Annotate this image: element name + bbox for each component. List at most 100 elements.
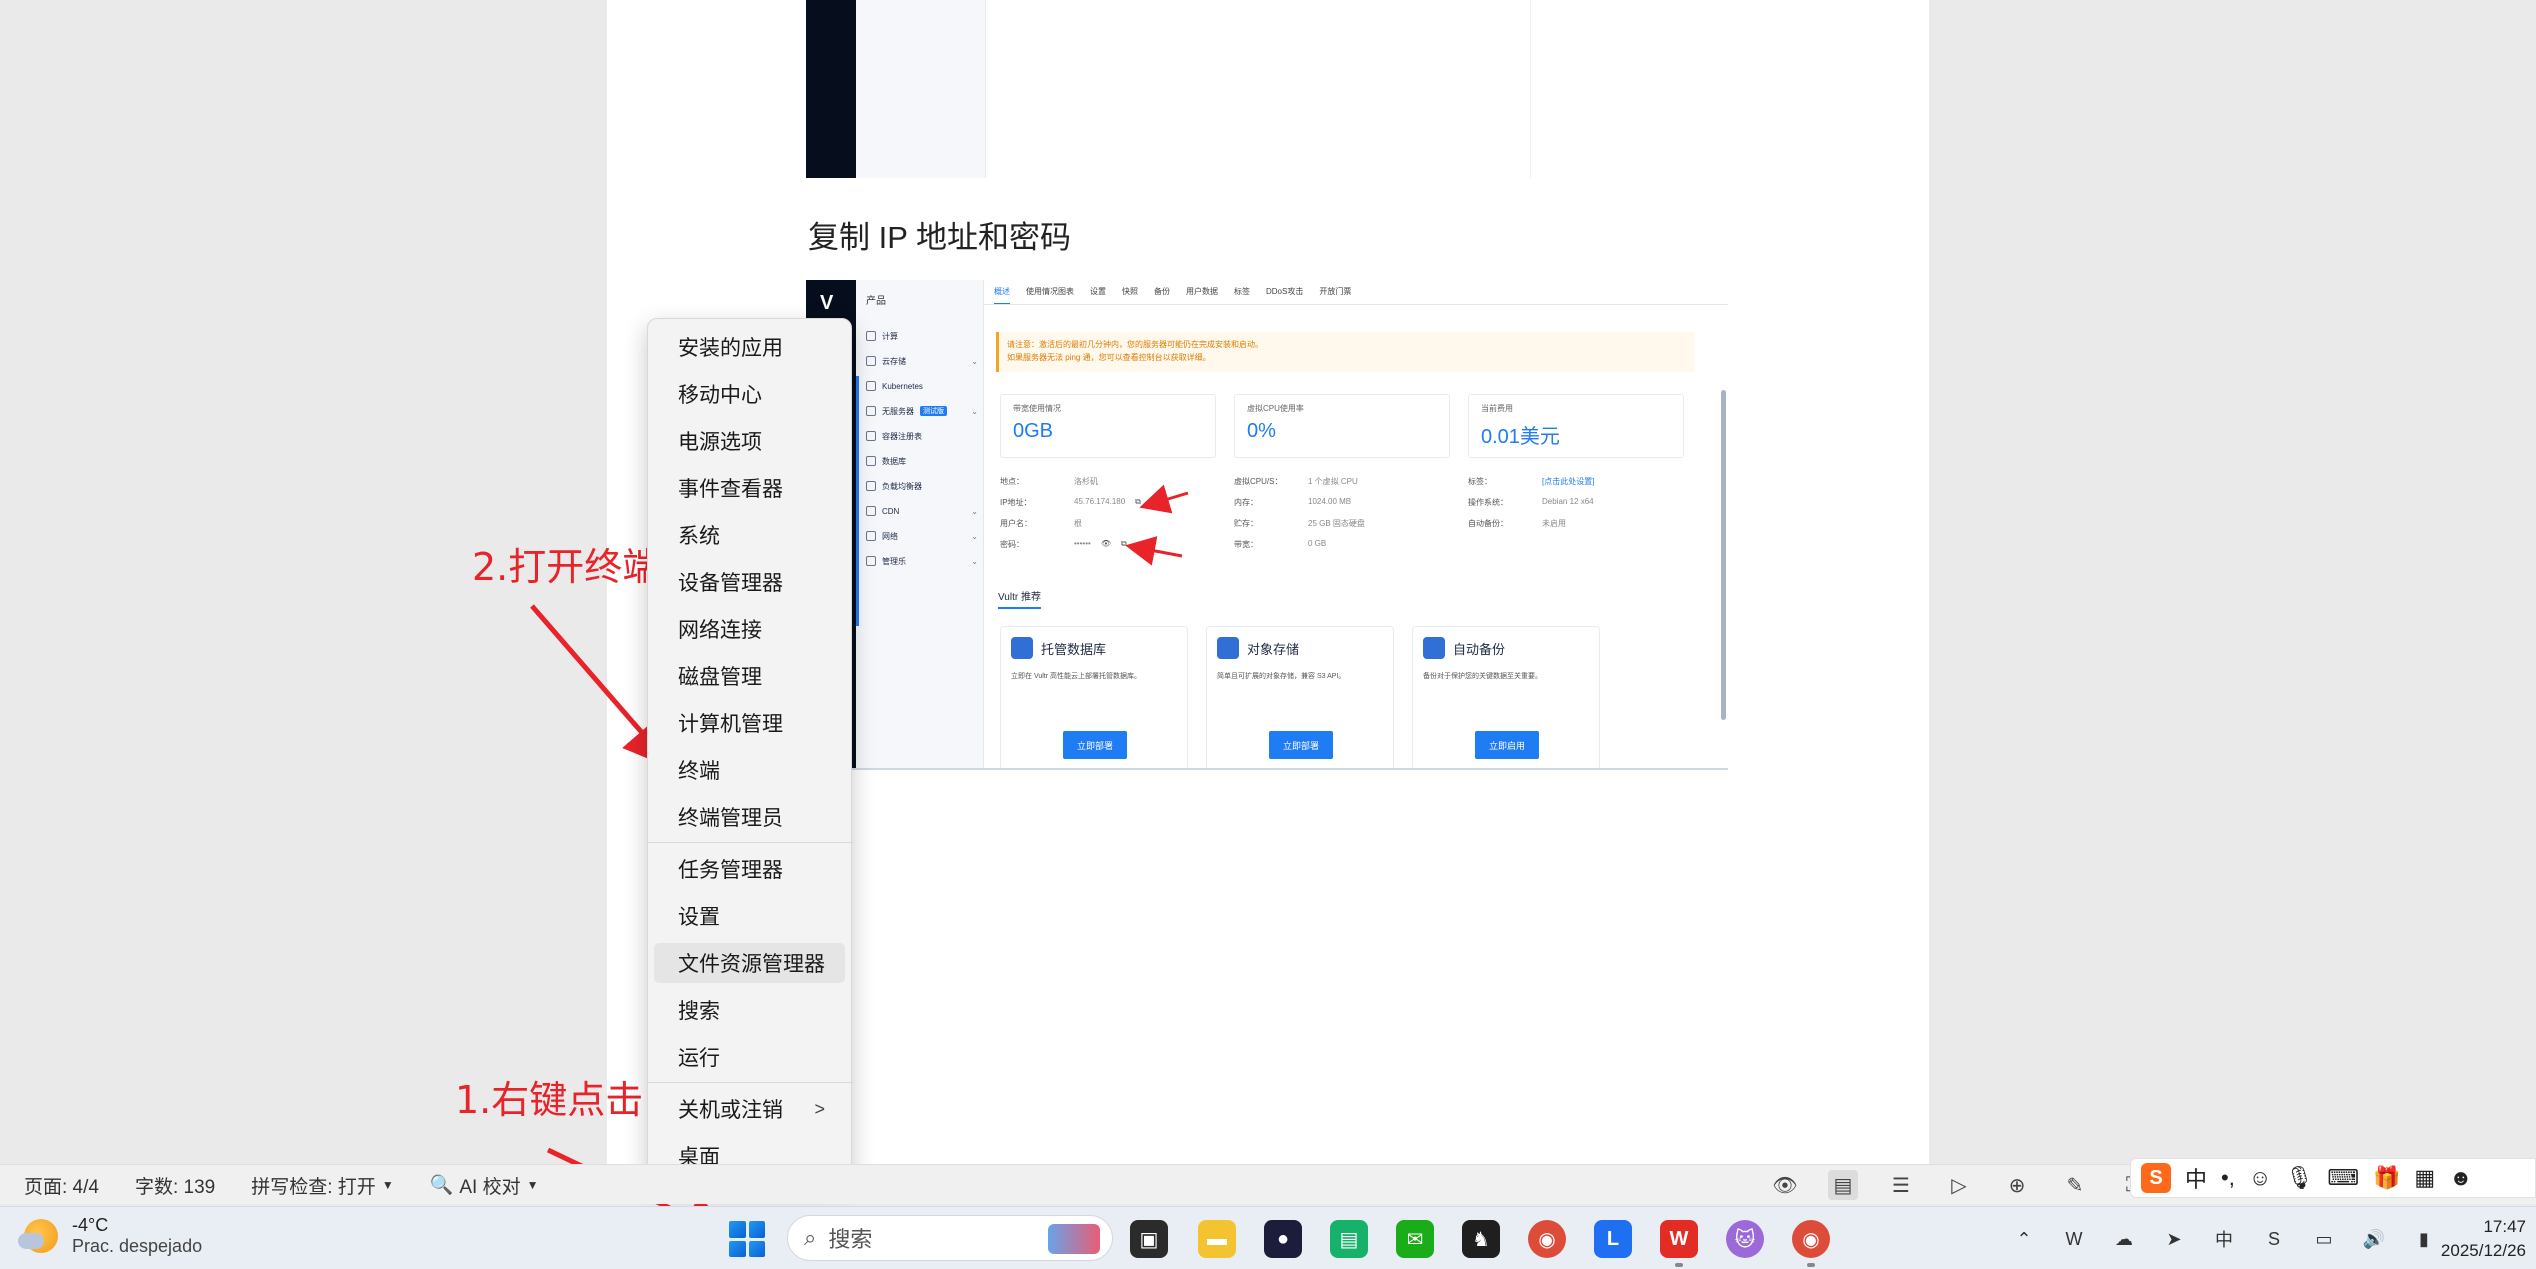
lenovo-app-icon[interactable]: L bbox=[1594, 1220, 1632, 1258]
page-view-icon[interactable]: ▤ bbox=[1828, 1170, 1858, 1200]
vultr-recommend-card: 托管数据库 立即在 Vultr 高性能云上部署托管数据库。 立即部署 bbox=[1000, 626, 1188, 768]
start-button[interactable] bbox=[729, 1221, 765, 1257]
eye-protection-icon[interactable]: 👁 bbox=[1770, 1170, 1800, 1200]
skin-icon[interactable]: 🎁 bbox=[2373, 1165, 2400, 1191]
vultr-info-key: 密码： bbox=[1000, 540, 1024, 549]
backup-icon bbox=[1423, 637, 1445, 659]
pen-icon[interactable]: ✎ bbox=[2060, 1170, 2090, 1200]
cat-app-icon[interactable]: 🐱 bbox=[1726, 1220, 1764, 1258]
wps-office-icon[interactable]: W bbox=[1660, 1220, 1698, 1258]
vultr-info-row: 密码： •••••• 👁 ⧉ bbox=[1000, 539, 1141, 560]
ime-mode-toggle[interactable]: 中 bbox=[2185, 1162, 2207, 1194]
page-count[interactable]: 页面: 4/4 bbox=[24, 1172, 99, 1199]
sogou-tray-icon[interactable]: S bbox=[2260, 1225, 2288, 1253]
menu-item-installed-apps[interactable]: 安装的应用 bbox=[654, 327, 845, 367]
serverless-icon bbox=[866, 406, 876, 416]
menu-item-mobility-center[interactable]: 移动中心 bbox=[654, 374, 845, 414]
vultr-stat-card: 带宽使用情况 0GB bbox=[1000, 394, 1216, 458]
display-icon[interactable]: ▭ bbox=[2310, 1225, 2338, 1253]
running-indicator bbox=[1675, 1263, 1683, 1267]
menu-item-file-explorer[interactable]: 文件资源管理器 bbox=[654, 943, 845, 983]
vultr-info-key: 虚拟CPU/S： bbox=[1234, 477, 1283, 486]
cloud-icon[interactable]: ☁ bbox=[2110, 1225, 2138, 1253]
windows-logo-tile bbox=[748, 1240, 765, 1257]
menu-item-power-options[interactable]: 电源选项 bbox=[654, 421, 845, 461]
vultr-recommend-header: 自动备份 bbox=[1423, 637, 1589, 659]
weather-widget[interactable]: -4°C Prac. despejado bbox=[18, 1215, 202, 1257]
task-view-icon[interactable]: ▣ bbox=[1130, 1220, 1168, 1258]
windows-logo-tile bbox=[729, 1221, 746, 1238]
chevron-down-icon: ▼ bbox=[526, 1178, 539, 1192]
weather-temperature: -4°C bbox=[72, 1215, 109, 1235]
chrome-icon[interactable]: ◉ bbox=[1528, 1220, 1566, 1258]
vultr-stat-label: 带宽使用情况 bbox=[1013, 404, 1061, 413]
vultr-info-key: 自动备份： bbox=[1468, 519, 1508, 528]
spell-check-label: 拼写检查: 打开 bbox=[251, 1176, 376, 1198]
wps-tray-icon[interactable]: W bbox=[2060, 1225, 2088, 1253]
menu-item-event-viewer[interactable]: 事件查看器 bbox=[654, 468, 845, 508]
keyboard-icon[interactable]: ⌨ bbox=[2327, 1165, 2359, 1191]
menu-item-run[interactable]: 运行 bbox=[654, 1037, 845, 1077]
vultr-sidebar-item: 容器注册表 bbox=[866, 428, 978, 444]
play-icon[interactable]: ▷ bbox=[1944, 1170, 1974, 1200]
vultr-info-value: 0 GB bbox=[1308, 539, 1327, 548]
green-bag-app-icon[interactable]: ▤ bbox=[1330, 1220, 1368, 1258]
database-icon bbox=[1011, 637, 1033, 659]
ime-punctuation-toggle[interactable]: •, bbox=[2221, 1165, 2235, 1191]
menu-item-shutdown[interactable]: 关机或注销 > bbox=[654, 1089, 845, 1129]
mascot-icon[interactable]: ☻ bbox=[2449, 1165, 2472, 1191]
chevron-up-icon[interactable]: ⌃ bbox=[2010, 1225, 2038, 1253]
menu-item-terminal[interactable]: 终端 bbox=[654, 750, 845, 790]
vultr-sidebar-label: 数据库 bbox=[882, 456, 906, 466]
taskbar-search-box[interactable]: ⌕ 搜索 bbox=[787, 1215, 1113, 1261]
emoji-icon[interactable]: ☺ bbox=[2249, 1165, 2271, 1191]
toolbox-icon[interactable]: ▦ bbox=[2414, 1165, 2435, 1191]
vultr-recommend-card-title: 自动备份 bbox=[1453, 641, 1506, 657]
qq-penguin-icon[interactable]: ♞ bbox=[1462, 1220, 1500, 1258]
menu-item-search[interactable]: 搜索 bbox=[654, 990, 845, 1030]
menu-item-terminal-admin[interactable]: 终端管理员 bbox=[654, 797, 845, 837]
ime-tray-icon[interactable]: 中 bbox=[2210, 1225, 2238, 1253]
wechat-icon[interactable]: ✉ bbox=[1396, 1220, 1434, 1258]
cdn-icon bbox=[866, 506, 876, 516]
vultr-info-key: IP地址： bbox=[1000, 498, 1032, 507]
copy-icon: ⧉ bbox=[1120, 539, 1127, 548]
ai-proofread-button[interactable]: 🔍 AI 校对 ▼ bbox=[430, 1172, 539, 1199]
menu-item-settings[interactable]: 设置 bbox=[654, 896, 845, 936]
weather-text: -4°C Prac. despejado bbox=[72, 1215, 202, 1257]
send-icon[interactable]: ➤ bbox=[2160, 1225, 2188, 1253]
vultr-info-value: 1024.00 MB bbox=[1308, 497, 1352, 506]
annotation-step-1: 1.右键点击 bbox=[455, 1078, 644, 1122]
vultr-tab: 备份 bbox=[1154, 287, 1170, 296]
weather-description: Prac. despejado bbox=[72, 1236, 203, 1256]
app-dark-orb-icon[interactable]: ● bbox=[1264, 1220, 1302, 1258]
menu-item-task-manager[interactable]: 任务管理器 bbox=[654, 849, 845, 889]
taskbar-clock[interactable]: 17:47 2025/12/26 bbox=[2400, 1215, 2526, 1263]
spell-check-toggle[interactable]: 拼写检查: 打开 ▼ bbox=[251, 1172, 393, 1199]
vultr-recommend-button: 立即启用 bbox=[1475, 731, 1539, 759]
vultr-info-value: 1 个虚拟 CPU bbox=[1308, 477, 1358, 486]
sogou-logo-icon[interactable]: S bbox=[2141, 1163, 2171, 1193]
vultr-tab: DDoS攻击 bbox=[1266, 287, 1304, 296]
vultr-sidebar: 产品 计算 云存储 ⌄ Kubernetes 无服务器 测试版 ⌄ 容器注册表 数据库… bbox=[856, 280, 984, 768]
vultr-info-value: [点击此处设置] bbox=[1542, 477, 1595, 486]
volume-icon[interactable]: 🔊 bbox=[2360, 1225, 2388, 1253]
web-view-icon[interactable]: ⊕ bbox=[2002, 1170, 2032, 1200]
chrome-profile-icon[interactable]: ◉ bbox=[1792, 1220, 1830, 1258]
menu-item-disk-management[interactable]: 磁盘管理 bbox=[654, 656, 845, 696]
embedded-screenshot: V 产品 计算 云存储 ⌄ Kubernetes 无服务器 测试版 ⌄ 容器注册表 数… bbox=[806, 280, 1728, 770]
menu-item-system[interactable]: 系统 bbox=[654, 515, 845, 555]
menu-item-device-manager[interactable]: 设备管理器 bbox=[654, 562, 845, 602]
vultr-sidebar-item: 管理乐 ⌄ bbox=[866, 553, 978, 569]
vultr-tab: 标签 bbox=[1234, 287, 1250, 296]
menu-item-computer-management[interactable]: 计算机管理 bbox=[654, 703, 845, 743]
clock-time: 17:47 bbox=[2483, 1217, 2526, 1236]
microphone-icon[interactable]: 🎙 bbox=[2285, 1165, 2313, 1191]
file-explorer-icon[interactable]: ▬ bbox=[1198, 1220, 1236, 1258]
menu-item-network-connections[interactable]: 网络连接 bbox=[654, 609, 845, 649]
windows-logo-tile bbox=[748, 1221, 765, 1238]
word-count[interactable]: 字数: 139 bbox=[135, 1172, 215, 1199]
outline-view-icon[interactable]: ☰ bbox=[1886, 1170, 1916, 1200]
screenshot-fragment-main bbox=[987, 0, 1531, 178]
annotation-step-2: 2.打开终端 bbox=[472, 545, 661, 589]
